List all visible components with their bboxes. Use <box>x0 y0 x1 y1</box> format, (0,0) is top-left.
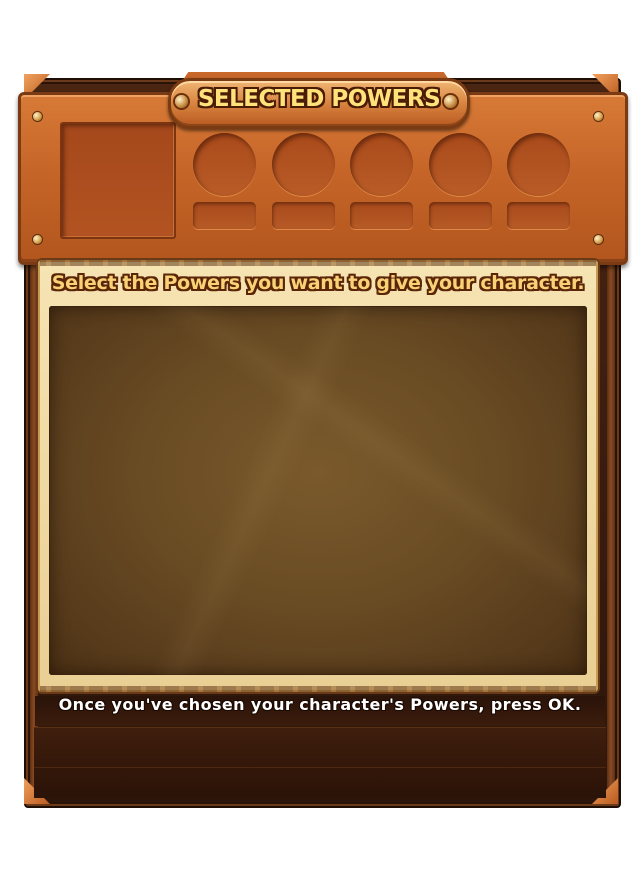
power-slot-4-label <box>429 202 492 229</box>
power-slot-5-icon[interactable] <box>507 133 570 196</box>
power-slot-1-label <box>193 202 256 229</box>
power-slot-1-icon[interactable] <box>193 133 256 196</box>
rivet-icon <box>594 235 603 244</box>
power-slot-3-label <box>350 202 413 229</box>
frame-rim-right <box>607 260 615 796</box>
rivet-icon <box>33 235 42 244</box>
rivet-icon <box>594 112 603 121</box>
button-bar-lower <box>34 767 606 798</box>
powers-list[interactable] <box>49 306 587 675</box>
power-slot-2-label <box>272 202 335 229</box>
power-slot-5-label <box>507 202 570 229</box>
power-slot-2-icon[interactable] <box>272 133 335 196</box>
instruction-text: Select the Powers you want to give your … <box>51 272 585 294</box>
power-slot-3-icon[interactable] <box>350 133 413 196</box>
power-slot-4-icon[interactable] <box>429 133 492 196</box>
rivet-icon <box>33 112 42 121</box>
window-title: SELECTED POWERS <box>197 86 441 112</box>
parchment-torn-edge-top <box>40 260 596 266</box>
parchment-torn-edge-bottom <box>40 686 596 692</box>
character-portrait-slot <box>60 122 176 239</box>
button-bar <box>34 727 606 768</box>
footer-hint: Once you've chosen your character's Powe… <box>58 695 582 714</box>
